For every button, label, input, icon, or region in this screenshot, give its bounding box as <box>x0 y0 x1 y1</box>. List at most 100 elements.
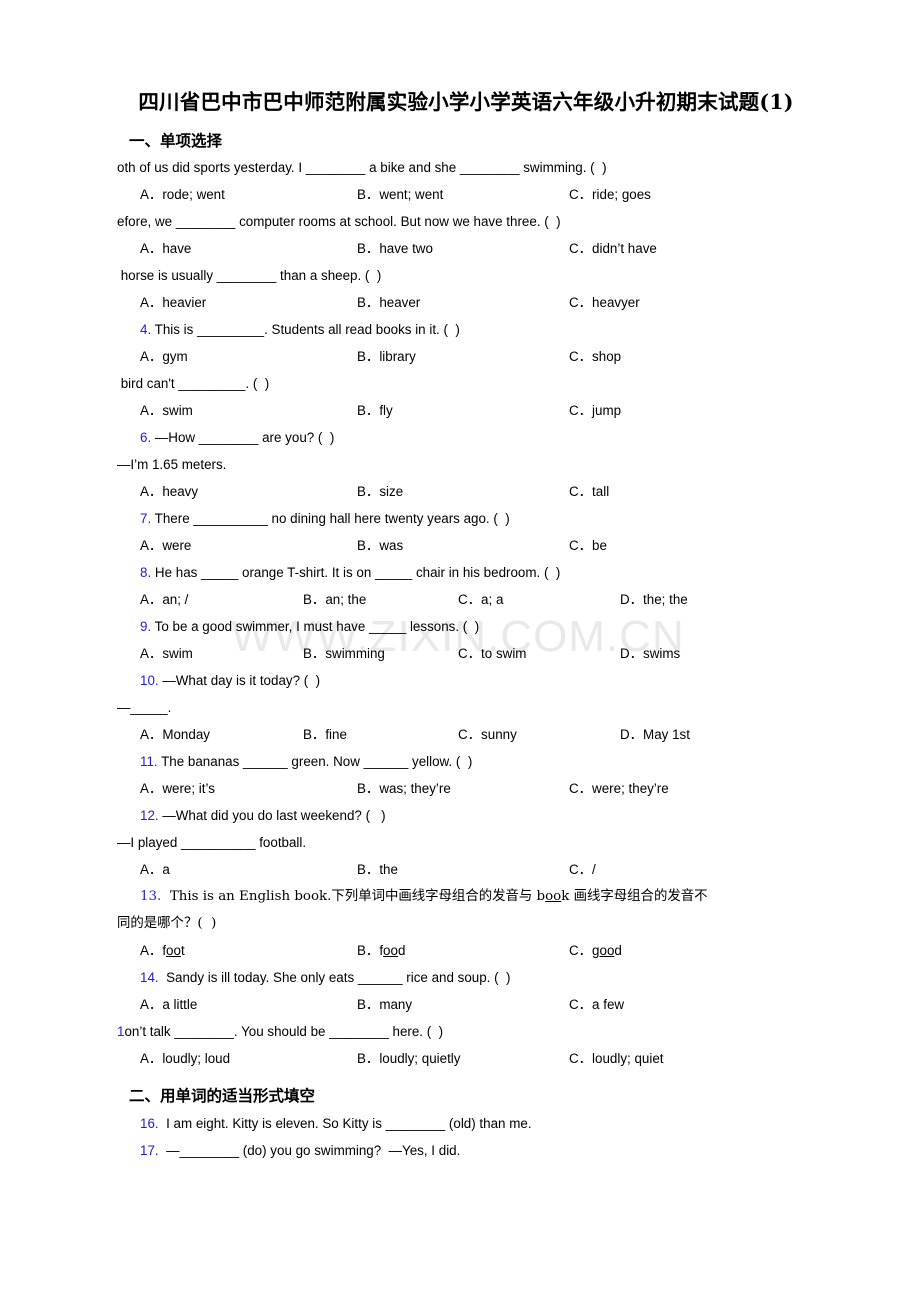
option-a[interactable]: A．were; it’s <box>140 775 215 802</box>
option-c[interactable]: C．were; they’re <box>569 775 669 802</box>
option-a[interactable]: A．loudly; loud <box>140 1045 230 1072</box>
question-stem: 14. Sandy is ill today. She only eats __… <box>117 964 815 991</box>
option-a[interactable]: A．were <box>140 532 191 559</box>
question-text: on’t talk ________. You should be ______… <box>124 1024 444 1040</box>
option-c[interactable]: C．to swim <box>458 640 526 667</box>
question-stem: 10. —What day is it today? ( ) <box>117 667 815 694</box>
question-stem: oth of us did sports yesterday. I ______… <box>117 154 815 181</box>
option-d[interactable]: D．swims <box>620 640 680 667</box>
question-stem: 8. He has _____ orange T-shirt. It is on… <box>117 559 815 586</box>
question-text: —What day is it today? ( ) <box>162 673 321 689</box>
option-c[interactable]: C．a few <box>569 991 624 1018</box>
question-continuation: —_____. <box>117 700 172 716</box>
option-row: A．loudly; loud B．loudly; quietly C．loudl… <box>117 1045 815 1072</box>
question-text: oth of us did sports yesterday. I ______… <box>117 160 607 176</box>
option-c[interactable]: C．jump <box>569 397 621 424</box>
question-number: 17. <box>140 1142 159 1158</box>
option-a[interactable]: A．an; / <box>140 586 188 613</box>
option-a[interactable]: A．heavy <box>140 478 198 505</box>
question-stem: 13. This is an English book.下列单词中画线字母组合的… <box>117 883 815 910</box>
document-page: WWW.ZIXIN.COM.CN 四川省巴中市巴中师范附属实验小学小学英语六年级… <box>0 0 920 1302</box>
option-b[interactable]: B．fine <box>303 721 347 748</box>
option-b[interactable]: B．many <box>357 991 412 1018</box>
option-c[interactable]: C．loudly; quiet <box>569 1045 664 1072</box>
question-stem: 1on’t talk ________. You should be _____… <box>117 1018 815 1045</box>
question-text: —What did you do last weekend? ( ) <box>162 808 386 824</box>
option-a[interactable]: A．rode; went <box>140 181 225 208</box>
option-a[interactable]: A．a little <box>140 991 197 1018</box>
option-d[interactable]: D．May 1st <box>620 721 690 748</box>
option-b[interactable]: B．have two <box>357 235 433 262</box>
option-a[interactable]: A．heavier <box>140 289 206 316</box>
option-b[interactable]: B．went; went <box>357 181 443 208</box>
option-b[interactable]: B．food <box>357 937 405 964</box>
text-run: t <box>180 943 185 959</box>
option-b[interactable]: B．fly <box>357 397 393 424</box>
option-c[interactable]: C．tall <box>569 478 609 505</box>
option-c[interactable]: C．didn’t have <box>569 235 657 262</box>
question-number: 6. <box>140 430 152 446</box>
question-stem: 7. There __________ no dining hall here … <box>117 505 815 532</box>
option-row: A．Monday B．fine C．sunny D．May 1st <box>117 721 815 748</box>
option-c[interactable]: C．good <box>569 937 622 964</box>
option-a[interactable]: A．Monday <box>140 721 210 748</box>
page-title: 四川省巴中市巴中师范附属实验小学小学英语六年级小升初期末试题(1) <box>138 90 794 114</box>
question-text: —How ________ are you? ( ) <box>154 430 335 446</box>
question-stem: horse is usually ________ than a sheep. … <box>117 262 815 289</box>
option-b[interactable]: B．size <box>357 478 403 505</box>
question-number: 16. <box>140 1115 159 1131</box>
question-text: I am eight. Kitty is eleven. So Kitty is… <box>166 1115 532 1131</box>
option-row: A．heavy B．size C．tall <box>117 478 815 505</box>
option-row: A．were; it’s B．was; they’re C．were; they… <box>117 775 815 802</box>
underlined-run: oo <box>545 889 562 905</box>
option-a[interactable]: A．swim <box>140 640 193 667</box>
question-stem: 17. —________ (do) you go swimming? —Yes… <box>117 1137 815 1164</box>
question-stem-line2: 同的是哪个？( ) <box>117 916 217 932</box>
question-text: To be a good swimmer, I must have _____ … <box>154 619 480 635</box>
question-text: There __________ no dining hall here twe… <box>154 511 510 527</box>
option-row: A．a B．the C．/ <box>117 856 815 883</box>
option-row: A．swim B．fly C．jump <box>117 397 815 424</box>
underlined-run: oo <box>599 943 615 959</box>
question-number: 12. <box>140 808 159 824</box>
option-b[interactable]: B．library <box>357 343 416 370</box>
question-number: 10. <box>140 673 159 689</box>
option-b[interactable]: B．heaver <box>357 289 420 316</box>
option-a[interactable]: A．foot <box>140 937 185 964</box>
text-run: A．f <box>140 943 167 959</box>
option-c[interactable]: C．a; a <box>458 586 503 613</box>
option-c[interactable]: C．be <box>569 532 607 559</box>
question-text: efore, we ________ computer rooms at sch… <box>117 214 561 230</box>
question-stem: bird can't _________. ( ) <box>117 370 815 397</box>
option-row: A．were B．was C．be <box>117 532 815 559</box>
question-stem: 11. The bananas ______ green. Now ______… <box>117 748 815 775</box>
option-a[interactable]: A．gym <box>140 343 188 370</box>
option-c[interactable]: C．shop <box>569 343 621 370</box>
option-b[interactable]: B．an; the <box>303 586 366 613</box>
option-b[interactable]: B．swimming <box>303 640 385 667</box>
option-a[interactable]: A．a <box>140 856 170 883</box>
option-d[interactable]: D．the; the <box>620 586 688 613</box>
question-stem: 4. This is _________. Students all read … <box>117 316 815 343</box>
question-text: horse is usually ________ than a sheep. … <box>117 268 382 284</box>
option-row: A．have B．have two C．didn’t have <box>117 235 815 262</box>
text-run: k 画线字母组合的发音不 <box>561 889 708 905</box>
option-c[interactable]: C．ride; goes <box>569 181 651 208</box>
option-c[interactable]: C．sunny <box>458 721 517 748</box>
section-heading-2: 二、用单词的适当形式填空 <box>129 1086 316 1106</box>
question-number: 9. <box>140 619 152 635</box>
option-b[interactable]: B．was; they’re <box>357 775 451 802</box>
option-b[interactable]: B．the <box>357 856 398 883</box>
option-b[interactable]: B．loudly; quietly <box>357 1045 460 1072</box>
text-run: C．g <box>569 943 600 959</box>
option-row: A．rode; went B．went; went C．ride; goes <box>117 181 815 208</box>
option-c[interactable]: C．/ <box>569 856 596 883</box>
option-c[interactable]: C．heavyer <box>569 289 640 316</box>
option-row: A．gym B．library C．shop <box>117 343 815 370</box>
option-b[interactable]: B．was <box>357 532 403 559</box>
option-a[interactable]: A．swim <box>140 397 193 424</box>
option-a[interactable]: A．have <box>140 235 191 262</box>
